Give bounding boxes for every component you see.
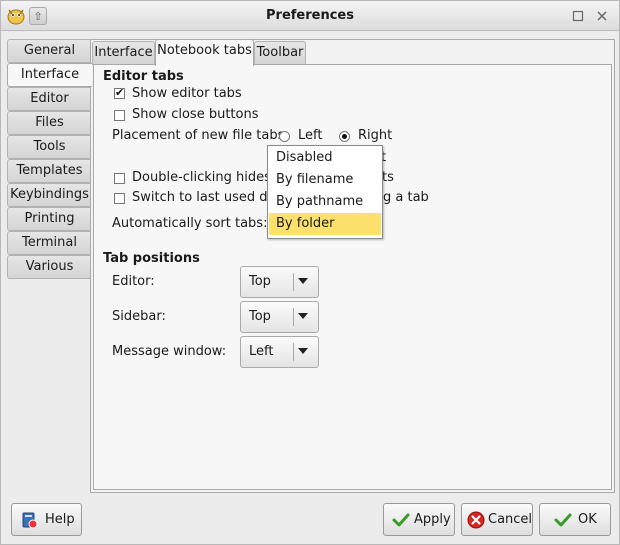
chevron-down-icon bbox=[298, 348, 308, 354]
switch-last-used-checkbox[interactable] bbox=[114, 193, 125, 204]
combo-separator bbox=[293, 343, 294, 361]
sort-option-by-filename[interactable]: By filename bbox=[269, 169, 381, 191]
tab-tools[interactable]: Tools bbox=[7, 135, 91, 159]
subtab-interface[interactable]: Interface bbox=[92, 41, 155, 65]
sort-option-disabled[interactable]: Disabled bbox=[269, 147, 381, 169]
subtab-toolbar[interactable]: Toolbar bbox=[254, 41, 306, 65]
placement-label: Placement of new file tabs: bbox=[112, 128, 289, 143]
double-click-hides-checkbox[interactable] bbox=[114, 173, 125, 184]
editor-position-combo[interactable]: Top bbox=[240, 266, 319, 298]
title-bar: ⇧ Preferences bbox=[1, 1, 619, 31]
tab-terminal[interactable]: Terminal bbox=[7, 231, 91, 255]
placement-left-label: Left bbox=[298, 128, 323, 143]
switch-last-used-label-tail: g a tab bbox=[383, 190, 429, 205]
window-title: Preferences bbox=[266, 8, 354, 23]
cancel-button-label: Cancel bbox=[488, 512, 533, 527]
help-icon bbox=[22, 512, 38, 529]
sidebar-position-value: Top bbox=[249, 309, 271, 324]
tab-various[interactable]: Various bbox=[7, 255, 91, 279]
editor-position-label: Editor: bbox=[112, 274, 155, 289]
check-icon bbox=[554, 513, 572, 527]
message-window-position-combo[interactable]: Left bbox=[240, 336, 319, 368]
sidebar-position-combo[interactable]: Top bbox=[240, 301, 319, 333]
apply-button[interactable]: Apply bbox=[383, 503, 455, 536]
tab-positions-heading: Tab positions bbox=[103, 251, 200, 266]
editor-position-value: Top bbox=[249, 274, 271, 289]
close-button[interactable] bbox=[593, 7, 611, 25]
double-click-hides-label: Double-clicking hides a bbox=[132, 170, 284, 185]
close-icon bbox=[597, 11, 607, 21]
cancel-icon bbox=[467, 511, 485, 529]
placement-right-label: Right bbox=[358, 128, 393, 143]
combo-separator bbox=[293, 308, 294, 326]
sort-option-by-folder[interactable]: By folder bbox=[269, 213, 381, 235]
placement-right-radio[interactable] bbox=[339, 131, 350, 142]
check-icon bbox=[392, 513, 410, 527]
apply-button-label: Apply bbox=[414, 512, 451, 527]
combo-separator bbox=[293, 273, 294, 291]
help-button-label: Help bbox=[45, 512, 75, 527]
maximize-button[interactable] bbox=[569, 7, 587, 25]
ok-button[interactable]: OK bbox=[539, 503, 611, 536]
show-editor-tabs-label: Show editor tabs bbox=[132, 86, 242, 101]
cancel-button[interactable]: Cancel bbox=[461, 503, 533, 536]
auto-sort-label: Automatically sort tabs: bbox=[112, 216, 268, 231]
tab-keybindings[interactable]: Keybindings bbox=[7, 183, 91, 207]
tab-editor[interactable]: Editor bbox=[7, 87, 91, 111]
double-click-hides-label-tail: ts bbox=[382, 170, 394, 185]
sort-option-by-pathname[interactable]: By pathname bbox=[269, 191, 381, 213]
tab-files[interactable]: Files bbox=[7, 111, 91, 135]
show-close-buttons-checkbox[interactable] bbox=[114, 110, 125, 121]
show-editor-tabs-checkbox[interactable] bbox=[114, 86, 125, 99]
sort-tabs-dropdown-menu: Disabled By filename By pathname By fold… bbox=[267, 145, 383, 239]
sidebar-position-label: Sidebar: bbox=[112, 309, 166, 324]
side-tab-list: General Interface Editor Files Tools Tem… bbox=[7, 39, 92, 279]
subtab-notebook-tabs[interactable]: Notebook tabs bbox=[155, 39, 254, 66]
switch-last-used-label: Switch to last used do bbox=[132, 190, 276, 205]
help-button[interactable]: Help bbox=[11, 503, 82, 536]
preferences-window: ⇧ Preferences General Interface Editor F… bbox=[0, 0, 620, 545]
show-close-buttons-label: Show close buttons bbox=[132, 107, 259, 122]
tab-interface[interactable]: Interface bbox=[7, 63, 92, 87]
tab-general[interactable]: General bbox=[7, 39, 91, 63]
placement-left-radio[interactable] bbox=[279, 131, 290, 142]
message-window-position-value: Left bbox=[249, 344, 274, 359]
tab-templates[interactable]: Templates bbox=[7, 159, 91, 183]
ok-button-label: OK bbox=[578, 512, 597, 527]
maximize-icon bbox=[572, 10, 584, 22]
chevron-down-icon bbox=[298, 313, 308, 319]
tab-printing[interactable]: Printing bbox=[7, 207, 91, 231]
editor-tabs-heading: Editor tabs bbox=[103, 69, 184, 84]
chevron-down-icon bbox=[298, 278, 308, 284]
message-window-position-label: Message window: bbox=[112, 344, 227, 359]
